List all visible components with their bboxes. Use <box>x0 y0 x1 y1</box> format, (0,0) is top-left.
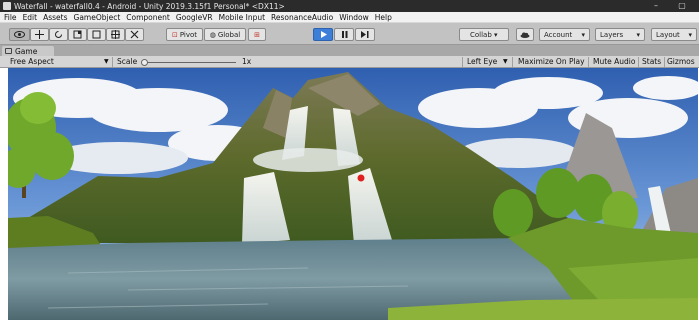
layers-dropdown[interactable]: Layers ▾ <box>595 28 645 41</box>
gizmos-dropdown[interactable]: Gizmos <box>667 56 695 68</box>
stats-toggle[interactable]: Stats <box>642 56 661 68</box>
divider <box>588 57 589 67</box>
scale-slider-track[interactable] <box>144 62 236 63</box>
hand-tool-button[interactable] <box>9 28 30 41</box>
menu-bar: File Edit Assets GameObject Component Go… <box>0 12 699 23</box>
scene-render <box>8 68 698 320</box>
move-icon <box>35 30 44 39</box>
menu-mobile-input[interactable]: Mobile Input <box>219 13 265 22</box>
step-button[interactable] <box>355 28 375 41</box>
main-toolbar: ⊡ Pivot ◍ Global ⊞ Collab ▾ Account ▾ La… <box>0 23 699 45</box>
rect-icon <box>92 30 101 39</box>
marker <box>357 174 365 182</box>
eye-icon <box>14 31 25 38</box>
globe-icon: ◍ <box>209 30 216 39</box>
scale-slider-handle[interactable] <box>141 59 148 66</box>
divider <box>512 57 513 67</box>
snap-icon: ⊞ <box>254 30 260 39</box>
mist <box>253 148 363 172</box>
game-viewport[interactable] <box>8 68 698 320</box>
menu-edit[interactable]: Edit <box>23 13 38 22</box>
game-tab-label: Game <box>15 46 38 56</box>
menu-component[interactable]: Component <box>126 13 170 22</box>
aspect-dropdown[interactable]: Free Aspect <box>10 56 54 68</box>
minimize-button[interactable]: – <box>646 0 666 12</box>
scale-icon <box>73 30 82 39</box>
rotate-tool-button[interactable] <box>49 28 68 41</box>
maximize-on-play-toggle[interactable]: Maximize On Play <box>518 56 585 68</box>
pause-icon <box>341 31 347 38</box>
tab-game[interactable]: Game <box>2 46 54 56</box>
chevron-down-icon: ▾ <box>636 30 640 39</box>
transform-icon <box>111 30 120 39</box>
layers-label: Layers <box>600 30 624 39</box>
play-button[interactable] <box>313 28 333 41</box>
chevron-down-icon: ▼ <box>104 58 109 65</box>
maximize-button[interactable]: ▢ <box>672 0 692 12</box>
cloud-button[interactable] <box>516 28 534 41</box>
game-icon <box>5 48 12 54</box>
chevron-down-icon: ▾ <box>581 30 585 39</box>
pause-button[interactable] <box>334 28 354 41</box>
rect-tool-button[interactable] <box>87 28 106 41</box>
divider <box>112 57 113 67</box>
step-icon <box>361 31 369 38</box>
scale-label: Scale <box>117 57 138 66</box>
account-label: Account <box>544 30 573 39</box>
menu-gameobject[interactable]: GameObject <box>74 13 121 22</box>
eye-dropdown[interactable]: Left Eye <box>467 56 497 68</box>
chevron-down-icon: ▾ <box>688 30 692 39</box>
game-view-toolbar: Free Aspect ▼ Scale 1x Left Eye ▼ Maximi… <box>0 56 699 68</box>
window-title: Waterfall - waterfall0.4 - Android - Uni… <box>14 1 285 11</box>
rotate-icon <box>55 31 62 38</box>
unity-logo-icon <box>3 2 11 10</box>
global-toggle[interactable]: ◍ Global <box>204 28 246 41</box>
move-tool-button[interactable] <box>30 28 49 41</box>
divider <box>638 57 639 67</box>
cloud-icon <box>520 32 530 38</box>
global-label: Global <box>217 30 241 39</box>
divider <box>462 57 463 67</box>
menu-resonanceaudio[interactable]: ResonanceAudio <box>271 13 333 22</box>
divider <box>664 57 665 67</box>
tab-row: Game <box>0 45 699 56</box>
pivot-toggle[interactable]: ⊡ Pivot <box>166 28 203 41</box>
account-dropdown[interactable]: Account ▾ <box>539 28 590 41</box>
tools-icon <box>130 30 139 39</box>
menu-help[interactable]: Help <box>375 13 392 22</box>
pivot-label: Pivot <box>179 30 198 39</box>
custom-tool-button[interactable] <box>125 28 144 41</box>
pivot-icon: ⊡ <box>171 30 178 39</box>
scale-value: 1x <box>242 57 252 66</box>
chevron-down-icon: ▼ <box>503 58 508 65</box>
layout-label: Layout <box>656 30 680 39</box>
title-bar: Waterfall - waterfall0.4 - Android - Uni… <box>0 0 699 12</box>
collab-label: Collab ▾ <box>470 30 498 39</box>
menu-googlevr[interactable]: GoogleVR <box>176 13 213 22</box>
mute-audio-toggle[interactable]: Mute Audio <box>593 56 635 68</box>
play-icon <box>320 31 327 38</box>
scale-tool-button[interactable] <box>68 28 87 41</box>
menu-assets[interactable]: Assets <box>43 13 67 22</box>
transform-tool-button[interactable] <box>106 28 125 41</box>
menu-window[interactable]: Window <box>339 13 369 22</box>
collab-dropdown[interactable]: Collab ▾ <box>459 28 509 41</box>
grid-snap-button[interactable]: ⊞ <box>248 28 266 41</box>
layout-dropdown[interactable]: Layout ▾ <box>651 28 697 41</box>
menu-file[interactable]: File <box>4 13 17 22</box>
